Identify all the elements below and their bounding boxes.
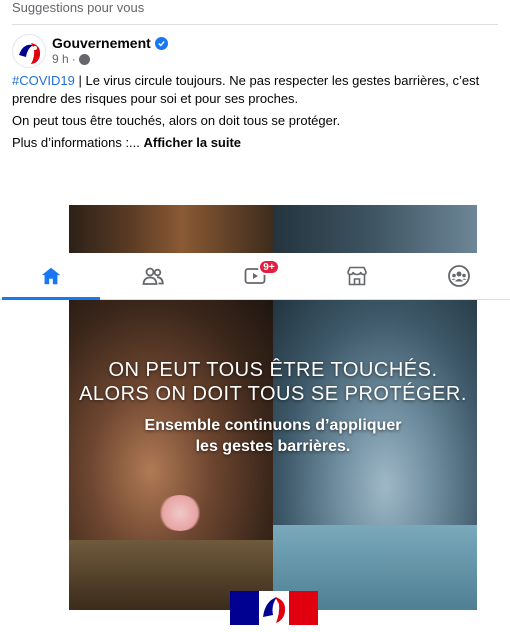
globe-icon bbox=[78, 53, 90, 65]
see-more-link[interactable]: Afficher la suite bbox=[144, 135, 242, 150]
image-headline-line1: ON PEUT TOUS ÊTRE TOUCHÉS. bbox=[108, 359, 438, 381]
separator-dot: · bbox=[71, 52, 76, 66]
post-paragraph-2: On peut tous être touchés, alors on doit… bbox=[12, 113, 341, 128]
image-subline: Ensemble continuons d’appliquer les gest… bbox=[69, 415, 477, 457]
notification-badge: 9+ bbox=[258, 259, 280, 275]
image-subline-line2: les gestes barrières. bbox=[195, 438, 351, 455]
post-text: #COVID19 | Le virus circule toujours. Ne… bbox=[12, 72, 502, 156]
post-image[interactable]: ON PEUT TOUS ÊTRE TOUCHÉS. ALORS ON DOIT… bbox=[69, 300, 477, 610]
flag-red bbox=[289, 591, 318, 625]
page-avatar[interactable] bbox=[12, 34, 46, 68]
image-left-half bbox=[69, 205, 273, 253]
image-right-half bbox=[273, 205, 477, 253]
post-time[interactable]: 9 h bbox=[52, 52, 69, 66]
tab-home[interactable] bbox=[0, 253, 102, 300]
post-paragraph-3: Plus d’informations :... Afficher la sui… bbox=[12, 134, 502, 152]
marianne-icon bbox=[263, 597, 286, 623]
suggestions-header: Suggestions pour vous bbox=[12, 0, 145, 15]
home-icon bbox=[41, 267, 61, 285]
groups-icon bbox=[448, 265, 470, 287]
tab-watch[interactable]: 9+ bbox=[204, 253, 306, 299]
more-info-prefix: Plus d’informations :... bbox=[12, 135, 140, 150]
marketplace-icon bbox=[347, 266, 367, 286]
image-subline-line1: Ensemble continuons d’appliquer bbox=[144, 417, 402, 434]
tab-friends[interactable] bbox=[102, 253, 204, 299]
image-headline: ON PEUT TOUS ÊTRE TOUCHÉS. ALORS ON DOIT… bbox=[69, 358, 477, 406]
verified-badge-icon bbox=[154, 36, 168, 50]
friends-icon bbox=[142, 267, 164, 285]
flag-blue bbox=[230, 591, 259, 625]
republique-francaise-logo bbox=[230, 591, 318, 625]
author-name[interactable]: Gouvernement bbox=[52, 35, 151, 51]
divider bbox=[12, 24, 498, 25]
tab-marketplace[interactable] bbox=[306, 253, 408, 299]
post-paragraph-1: #COVID19 | Le virus circule toujours. Ne… bbox=[12, 72, 502, 108]
image-flowers bbox=[157, 495, 203, 531]
image-headline-line2: ALORS ON DOIT TOUS SE PROTÉGER. bbox=[79, 383, 467, 405]
bottom-tab-bar: 9+ bbox=[0, 253, 510, 300]
flag-white bbox=[259, 591, 289, 625]
marianne-logo-icon bbox=[19, 43, 41, 64]
post-text-line1: | Le virus circule toujours. Ne pas resp… bbox=[12, 73, 480, 106]
tab-groups[interactable] bbox=[408, 253, 510, 299]
hashtag-link[interactable]: #COVID19 bbox=[12, 73, 75, 88]
post-meta: 9 h · bbox=[52, 52, 90, 66]
post-author[interactable]: Gouvernement bbox=[52, 35, 168, 51]
post-header: Gouvernement 9 h · bbox=[12, 34, 492, 70]
post-image-top[interactable] bbox=[69, 205, 477, 253]
